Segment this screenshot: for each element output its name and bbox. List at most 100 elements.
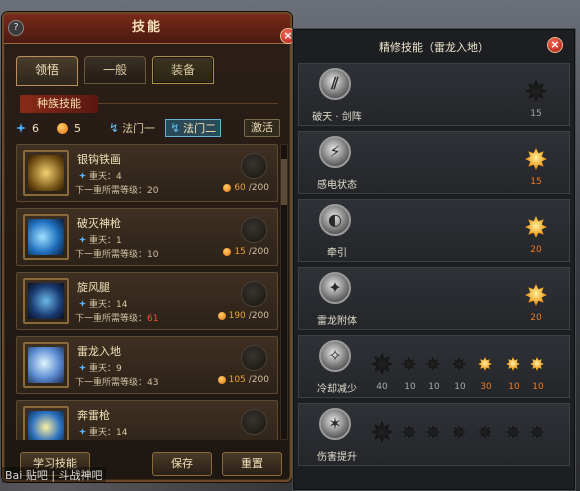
- refine-name: 伤害提升: [317, 452, 357, 463]
- skill-name: 破灭神枪: [77, 217, 121, 230]
- refine-node[interactable]: [506, 425, 520, 439]
- rune-icon: ↯: [109, 121, 120, 135]
- rune-one-button[interactable]: ↯ 法门一: [105, 119, 159, 137]
- refine-node[interactable]: [525, 80, 547, 102]
- section-divider: [98, 103, 278, 104]
- refine-panel-title: 精修技能（雷龙入地）: [379, 41, 489, 54]
- star-icon: [79, 300, 86, 307]
- refine-node-value: 15: [530, 109, 542, 119]
- skill-requirement: 下一重所需等级：10: [75, 250, 159, 260]
- scroll-thumb[interactable]: [281, 159, 287, 205]
- skill-cost: 190/200: [217, 311, 269, 321]
- skill-level: 重天：9: [79, 361, 122, 374]
- refine-name: 破天 · 剑阵: [312, 112, 362, 123]
- refine-node[interactable]: [371, 421, 393, 443]
- star-icon: [79, 428, 86, 435]
- tab-comprehend[interactable]: 领悟: [16, 56, 78, 86]
- refine-node-value: 10: [454, 382, 466, 392]
- refine-row: ✦ 雷龙附体 20: [298, 267, 570, 330]
- skill-card[interactable]: 旋风腿 重天：14 下一重所需等级：61 190/200: [16, 272, 278, 330]
- pull-icon[interactable]: ◐: [319, 204, 351, 236]
- orange-points: 5: [57, 122, 81, 135]
- refine-row: ⚡ 感电状态 15: [298, 131, 570, 194]
- skill-thunder-dragon-icon: [23, 342, 69, 388]
- skill-name: 旋风腿: [77, 281, 110, 294]
- skill-card[interactable]: 银钩铁画 重天：4 下一重所需等级：20 60/200: [16, 144, 278, 202]
- sword-formation-icon[interactable]: ⫽: [319, 68, 351, 100]
- skill-name: 雷龙入地: [77, 345, 121, 358]
- refine-node[interactable]: [525, 148, 547, 170]
- skill-cost: 60/200: [223, 183, 269, 193]
- orange-gem-icon: [217, 376, 226, 384]
- skill-card[interactable]: 破灭神枪 重天：1 下一重所需等级：10 15/200: [16, 208, 278, 266]
- points-row: 6 5 ↯ 法门一 ↯ 法门二 激活: [16, 118, 280, 138]
- activate-button[interactable]: 激活: [244, 119, 280, 137]
- skill-list-scrollbar[interactable]: [280, 144, 288, 440]
- skill-tabs: 领悟 一般 装备: [16, 56, 214, 86]
- skills-panel: 技能 ? × 领悟 一般 装备 种族技能 6 5 ↯ 法门一 ↯ 法门二 激活 …: [2, 12, 296, 482]
- refine-node[interactable]: [478, 357, 492, 371]
- skill-name: 奔雷枪: [77, 409, 110, 422]
- refine-node[interactable]: [525, 284, 547, 306]
- skill-card[interactable]: 雷龙入地 重天：9 下一重所需等级：43 105/200: [16, 336, 278, 394]
- refine-node[interactable]: [426, 425, 440, 439]
- skill-requirement: 下一重所需等级：43: [75, 378, 159, 388]
- refine-node[interactable]: [402, 425, 416, 439]
- rune-two-label: 法门二: [183, 122, 217, 135]
- refine-node[interactable]: [506, 357, 520, 371]
- refine-node-value: 20: [530, 245, 542, 255]
- skill-cost: 15/200: [223, 247, 269, 257]
- refine-node-value: 15: [530, 177, 542, 187]
- refine-rows: ⫽ 破天 · 剑阵 15 ⚡ 感电状态 15 ◐ 牵引 20 ✦ 雷龙附体 20…: [298, 63, 570, 471]
- tab-general[interactable]: 一般: [84, 56, 146, 84]
- rune-two-button[interactable]: ↯ 法门二: [165, 119, 222, 137]
- blue-gem-icon: [16, 123, 26, 133]
- refine-node-value: 40: [376, 382, 388, 392]
- watermark: Bai 贴吧 | 斗战神吧: [2, 467, 106, 483]
- skill-requirement: 下一重所需等级：61: [75, 314, 159, 324]
- shock-state-icon[interactable]: ⚡: [319, 136, 351, 168]
- refine-node[interactable]: [525, 216, 547, 238]
- skill-level: 重天：1: [79, 233, 122, 246]
- star-icon: [79, 364, 86, 371]
- refine-node[interactable]: [452, 357, 466, 371]
- skill-whirlwind-icon: [23, 278, 69, 324]
- refine-row: ✶ 伤害提升: [298, 403, 570, 466]
- skill-cost: 105/200: [217, 375, 269, 385]
- skill-card[interactable]: 奔雷枪 重天：14: [16, 400, 278, 440]
- refine-node[interactable]: [402, 357, 416, 371]
- refine-node-value: 20: [530, 313, 542, 323]
- reset-button[interactable]: 重置: [222, 452, 282, 476]
- skill-name: 银钩铁画: [77, 153, 121, 166]
- refine-node[interactable]: [530, 357, 544, 371]
- damage-boost-icon[interactable]: ✶: [319, 408, 351, 440]
- refine-node[interactable]: [478, 425, 492, 439]
- skill-slot[interactable]: [241, 409, 267, 435]
- skill-slot[interactable]: [241, 345, 267, 371]
- close-refine-button[interactable]: ×: [547, 37, 563, 53]
- skill-level: 重天：4: [79, 169, 122, 182]
- refine-node[interactable]: [426, 357, 440, 371]
- refine-node[interactable]: [530, 425, 544, 439]
- skill-slot[interactable]: [241, 153, 267, 179]
- orange-gem-icon: [217, 312, 226, 320]
- star-icon: [79, 172, 86, 179]
- skill-list: 银钩铁画 重天：4 下一重所需等级：20 60/200 破灭神枪 重天：1 下一…: [16, 144, 278, 440]
- rune-one-label: 法门一: [122, 122, 156, 135]
- refine-skills-panel: 精修技能（雷龙入地） × ⫽ 破天 · 剑阵 15 ⚡ 感电状态 15 ◐ 牵引…: [292, 28, 576, 491]
- refine-name: 牵引: [327, 248, 347, 259]
- cooldown-reduction-icon[interactable]: ✧: [319, 340, 351, 372]
- skill-slot[interactable]: [241, 217, 267, 243]
- skill-slot[interactable]: [241, 281, 267, 307]
- skill-requirement: 下一重所需等级：20: [75, 186, 159, 196]
- tab-equipment[interactable]: 装备: [152, 56, 214, 84]
- skills-panel-title: 技能: [4, 14, 290, 44]
- refine-row: ✧ 冷却减少 40 10 10 10 30 10 10: [298, 335, 570, 398]
- refine-node-value: 10: [404, 382, 416, 392]
- refine-node-value: 30: [480, 382, 492, 392]
- save-button[interactable]: 保存: [152, 452, 212, 476]
- refine-node[interactable]: [452, 425, 466, 439]
- help-icon[interactable]: ?: [8, 20, 24, 36]
- dragon-possession-icon[interactable]: ✦: [319, 272, 351, 304]
- refine-node[interactable]: [371, 353, 393, 375]
